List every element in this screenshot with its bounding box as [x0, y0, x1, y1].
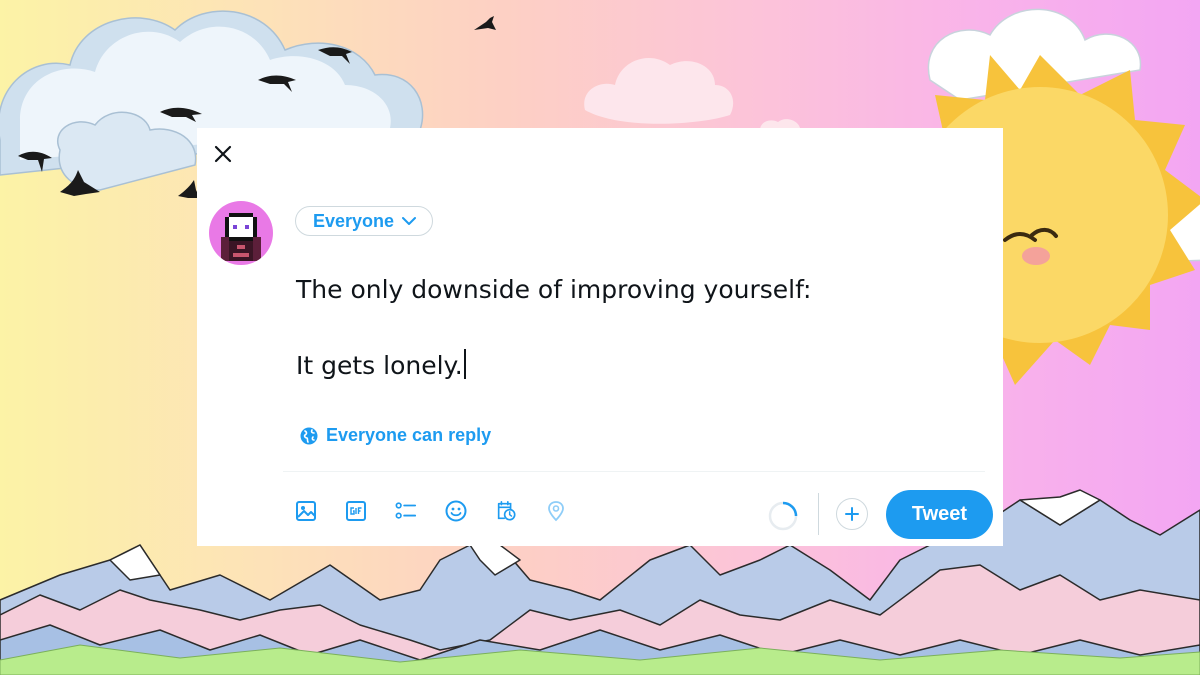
- pixel-avatar-image: [221, 213, 261, 261]
- gif-icon: [346, 501, 366, 521]
- compose-line-last: It gets lonely.: [296, 347, 976, 385]
- globe-icon: [300, 427, 318, 444]
- compose-dialog: Everyone The only downside of improving …: [197, 128, 1003, 546]
- audience-label: Everyone: [313, 210, 395, 231]
- close-button[interactable]: [209, 140, 237, 168]
- audience-selector[interactable]: Everyone: [295, 206, 434, 236]
- location-icon: [548, 501, 564, 522]
- compose-line: The only downside of improving yourself:: [296, 275, 812, 304]
- plus-icon: [845, 507, 859, 521]
- close-icon: [214, 145, 232, 163]
- schedule-button[interactable]: [495, 500, 517, 522]
- media-icon: [296, 501, 316, 521]
- cloud-pink: [584, 57, 800, 130]
- chevron-down-icon: [402, 217, 417, 225]
- tweet-button[interactable]: Tweet: [886, 490, 993, 539]
- poll-button[interactable]: [395, 500, 417, 522]
- location-button[interactable]: [545, 500, 567, 522]
- text-caret: [463, 349, 466, 379]
- emoji-button[interactable]: [445, 500, 467, 522]
- character-counter-ring: [768, 501, 798, 531]
- tweet-compose-textarea[interactable]: The only downside of improving yourself:…: [296, 271, 976, 385]
- compose-toolbar: [295, 500, 567, 522]
- avatar[interactable]: [209, 201, 273, 265]
- toolbar-separator: [818, 493, 819, 535]
- emoji-icon: [445, 500, 467, 522]
- divider: [283, 471, 985, 472]
- poll-icon: [395, 502, 417, 519]
- compose-line: [296, 309, 976, 347]
- add-tweet-button[interactable]: [836, 498, 868, 530]
- reply-setting-label: Everyone can reply: [326, 425, 492, 445]
- schedule-icon: [497, 501, 516, 521]
- gif-button[interactable]: [345, 500, 367, 522]
- compose-line-text: It gets lonely.: [296, 351, 463, 380]
- media-button[interactable]: [295, 500, 317, 522]
- reply-setting-button[interactable]: Everyone can reply: [300, 425, 491, 446]
